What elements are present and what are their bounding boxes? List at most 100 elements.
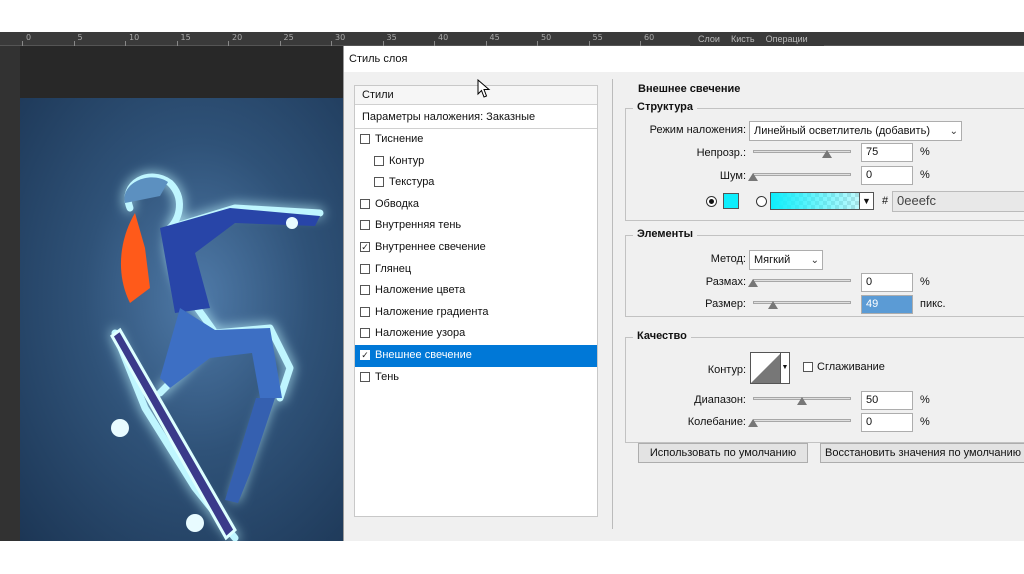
contour-curve-icon (751, 353, 781, 383)
style-checkbox[interactable] (360, 306, 370, 317)
slider-track (753, 279, 851, 282)
layer-style-dialog: Стиль слоя Стили Параметры наложения: За… (343, 46, 1024, 541)
style-item[interactable]: Обводка (355, 194, 597, 216)
style-checkbox[interactable] (360, 371, 370, 382)
style-checkbox[interactable] (360, 328, 370, 339)
contour-picker[interactable]: ▼ (750, 352, 790, 384)
style-item-label: Текстура (389, 176, 435, 189)
style-item-label: Тиснение (375, 133, 424, 145)
spread-slider[interactable] (748, 277, 851, 287)
slider-thumb[interactable] (748, 279, 758, 287)
style-item-label: Наложение узора (375, 327, 466, 340)
styles-header[interactable]: Стили (355, 86, 597, 105)
chevron-down-icon[interactable]: ▼ (780, 353, 789, 383)
contour-label: Контур: (707, 364, 746, 376)
range-unit: % (920, 394, 930, 406)
slider-thumb[interactable] (797, 397, 807, 405)
method-select[interactable]: Мягкий ⌄ (749, 250, 823, 270)
ruler-tick-label: 30 (335, 33, 346, 42)
style-item[interactable]: Наложение градиента (355, 302, 597, 324)
opacity-slider[interactable] (753, 148, 851, 158)
tab-layers[interactable]: Слои (698, 32, 720, 46)
horizontal-ruler: 0 5 10 15 20 25 30 35 40 45 50 55 60 (0, 32, 1024, 46)
style-item[interactable]: Глянец (355, 259, 597, 281)
noise-slider[interactable] (748, 171, 851, 181)
style-checkbox[interactable] (360, 220, 370, 231)
style-checkbox[interactable] (360, 134, 370, 144)
range-input[interactable]: 50 (861, 391, 913, 410)
style-checkbox[interactable] (360, 285, 370, 296)
ruler-tick-label: 40 (438, 33, 449, 42)
canvas-image[interactable] (20, 98, 343, 541)
ruler-tick-label: 20 (232, 33, 243, 42)
quality-group: Качество Контур: ▼ Сглаживание Диапазон:… (625, 330, 1024, 443)
antialias-label: Сглаживание (817, 361, 885, 373)
slider-thumb[interactable] (748, 419, 758, 427)
style-item[interactable]: ✓ Внутреннее свечение (355, 237, 597, 259)
slider-thumb[interactable] (821, 150, 832, 158)
reset-default-button[interactable]: Восстановить значения по умолчанию (820, 443, 1024, 463)
noise-label: Шум: (719, 170, 746, 182)
jitter-input[interactable]: 0 (861, 413, 913, 432)
slider-track (753, 419, 851, 422)
jitter-unit: % (920, 416, 930, 428)
gradient-swatch[interactable]: ▼ (770, 192, 874, 210)
jitter-slider[interactable] (748, 417, 851, 427)
style-item[interactable]: Контур (355, 151, 597, 173)
blend-mode-label: Режим наложения: (649, 124, 746, 136)
noise-input[interactable]: 0 (861, 166, 913, 185)
style-checkbox-checked[interactable]: ✓ (360, 349, 370, 360)
style-item[interactable]: Тиснение (355, 129, 597, 151)
ruler-tick-label: 35 (386, 33, 397, 42)
tab-brush[interactable]: Кисть (731, 32, 755, 46)
style-checkbox[interactable] (360, 263, 370, 274)
ruler-tick-mark (331, 41, 332, 46)
slider-thumb[interactable] (748, 173, 758, 181)
tab-actions[interactable]: Операции (766, 32, 808, 46)
size-label: Размер: (705, 298, 746, 310)
chevron-down-icon[interactable]: ▼ (859, 193, 873, 209)
style-checkbox[interactable] (360, 198, 370, 209)
style-item-label: Обводка (375, 197, 420, 210)
style-item-label: Тень (375, 370, 400, 383)
style-checkbox-checked[interactable]: ✓ (360, 241, 370, 252)
glow-color-swatch[interactable] (723, 193, 739, 209)
ruler-tick-label: 55 (592, 33, 603, 42)
antialias-checkbox[interactable] (803, 362, 813, 372)
style-item[interactable]: ✓ Внешнее свечение (355, 344, 597, 367)
ruler-tick-label: 60 (644, 33, 655, 42)
spread-input[interactable]: 0 (861, 273, 913, 292)
blend-mode-value: Линейный осветлитель (добавить) (754, 125, 930, 137)
style-item[interactable]: Наложение узора (355, 323, 597, 345)
style-item[interactable]: Текстура (355, 172, 597, 194)
gradient-radio[interactable] (756, 196, 767, 207)
size-input[interactable]: 49 (861, 295, 913, 314)
blend-mode-select[interactable]: Линейный осветлитель (добавить) ⌄ (749, 121, 962, 141)
style-item[interactable]: Тень (355, 367, 597, 389)
ruler-tick-label: 45 (489, 33, 500, 42)
ruler-tick-mark (73, 41, 75, 46)
make-default-button[interactable]: Использовать по умолчанию (638, 443, 808, 463)
ruler-tick-mark (176, 41, 178, 46)
range-slider[interactable] (753, 395, 851, 405)
solid-color-radio[interactable] (706, 196, 717, 207)
method-label: Метод: (710, 253, 746, 265)
ruler-tick-mark (22, 41, 23, 46)
style-checkbox[interactable] (374, 155, 384, 166)
blending-options-item[interactable]: Параметры наложения: Заказные (355, 105, 597, 129)
slider-thumb[interactable] (767, 301, 778, 309)
color-hex-input[interactable]: 0eeefc (892, 191, 1024, 212)
panel-tabs: Слои Кисть Операции (690, 32, 824, 46)
chevron-down-icon: ⌄ (810, 255, 819, 266)
style-item[interactable]: Внутренняя тень (355, 215, 597, 237)
dialog-title: Стиль слоя (344, 46, 1024, 72)
style-item-label: Внешнее свечение (375, 348, 472, 361)
style-item-label: Наложение градиента (375, 305, 489, 318)
opacity-input[interactable]: 75 (861, 143, 913, 162)
style-item-label: Глянец (375, 262, 412, 275)
style-checkbox[interactable] (374, 177, 384, 188)
style-item-label: Внутренняя тень (375, 219, 462, 232)
size-slider[interactable] (753, 299, 851, 309)
section-title: Внешнее свечение (638, 83, 741, 95)
style-item[interactable]: Наложение цвета (355, 280, 597, 302)
